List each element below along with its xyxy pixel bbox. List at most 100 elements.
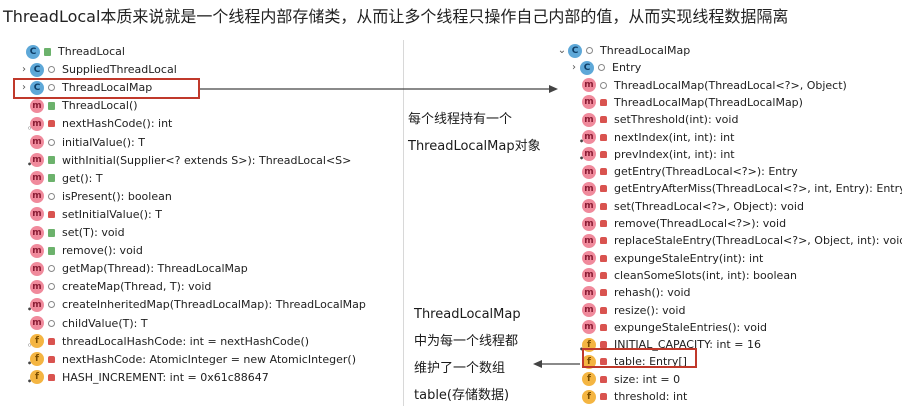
member-label: resize(): void [614,303,686,317]
private-access-icon [599,270,608,280]
left-item-1[interactable]: › C SuppliedThreadLocal [18,61,177,78]
member-label: getEntry(ThreadLocal<?>): Entry [614,165,798,179]
package-access-icon [47,191,56,201]
left-item-17[interactable]: f • nextHashCode: AtomicInteger = new Atom… [18,351,356,368]
member-label: threadLocalHashCode: int = nextHashCode(… [62,334,310,348]
member-label: prevIndex(int, int): int [614,147,735,161]
left-item-9[interactable]: m setInitialValue(): T [18,206,162,223]
left-item-8[interactable]: m isPresent(): boolean [18,188,172,205]
method-icon: m [30,135,44,149]
final-modifier-icon: ◦ [27,341,33,351]
package-access-icon [47,65,56,75]
private-access-icon [599,322,608,332]
right-item-15[interactable]: m resize(): void [570,302,685,319]
member-label: withInitial(Supplier<? extends S>): Thre… [62,153,352,167]
member-label: setThreshold(int): void [614,113,739,127]
right-item-16[interactable]: m expungeStaleEntries(): void [570,319,767,336]
left-item-14[interactable]: m • createInheritedMap(ThreadLocalMap): Th… [18,296,366,314]
left-item-13[interactable]: m createMap(Thread, T): void [18,278,211,295]
right-item-8[interactable]: m getEntryAfterMiss(ThreadLocal<?>, int, … [570,180,902,197]
chevron-down-icon[interactable]: ⌄ [556,45,568,56]
method-icon: m [582,233,596,248]
private-access-icon [599,236,608,246]
left-item-7[interactable]: m get(): T [18,170,103,187]
right-item-13[interactable]: m cleanSomeSlots(int, int): boolean [570,267,797,284]
package-access-icon [47,282,56,292]
left-item-15[interactable]: m childValue(T): T [18,315,148,332]
method-icon: m [582,112,596,127]
member-label: childValue(T): T [62,316,148,330]
private-access-icon [599,115,608,125]
member-label: expungeStaleEntry(int): int [614,251,764,265]
member-label: replaceStaleEntry(ThreadLocal<?>, Object… [614,234,902,248]
right-item-7[interactable]: m getEntry(ThreadLocal<?>): Entry [570,163,798,180]
method-icon: m [582,164,596,179]
method-icon: m [30,171,44,186]
private-access-icon [599,167,608,177]
package-access-icon [47,318,56,328]
field-icon: f ◦ [27,334,44,351]
left-item-3[interactable]: m ThreadLocal() [18,97,138,114]
method-icon: m ◦ [27,116,44,133]
private-access-icon [599,132,608,142]
method-icon: m • [27,297,44,314]
right-item-3[interactable]: m ThreadLocalMap(ThreadLocalMap) [570,94,803,111]
private-access-icon [599,253,608,263]
right-item-2[interactable]: m ThreadLocalMap(ThreadLocal<?>, Object) [570,77,847,94]
member-label: remove(): void [62,244,143,258]
member-label: remove(ThreadLocal<?>): void [614,217,787,230]
left-item-0[interactable]: C ThreadLocal [14,43,125,60]
static-modifier-icon: • [579,154,585,164]
right-item-11[interactable]: m replaceStaleEntry(ThreadLocal<?>, Objec… [570,232,902,249]
arrowhead-left [533,360,542,368]
final-modifier-icon: ◦ [27,123,33,133]
left-item-16[interactable]: f ◦ threadLocalHashCode: int = nextHashCod… [18,333,309,350]
method-icon: m [30,279,44,294]
field-icon: f • [27,370,44,386]
highlight-table-field [582,348,697,368]
right-item-14[interactable]: m rehash(): void [570,284,691,301]
note-bottom-line-3: 维护了一个数组 [414,361,506,376]
right-item-0[interactable]: ⌄ C ThreadLocalMap [556,42,690,59]
method-icon: m [582,78,596,93]
right-item-19[interactable]: f size: int = 0 [570,371,680,388]
private-access-icon [599,219,608,229]
right-item-20[interactable]: f threshold: int [570,388,687,405]
private-access-icon [599,97,608,107]
member-label: isPresent(): boolean [62,189,172,203]
right-item-6[interactable]: m • prevIndex(int, int): int [570,146,735,163]
static-modifier-icon: • [27,359,33,369]
method-icon: m [30,98,44,113]
private-access-icon [47,372,56,382]
private-access-icon [599,374,608,384]
right-item-4[interactable]: m setThreshold(int): void [570,111,738,128]
left-item-12[interactable]: m getMap(Thread): ThreadLocalMap [18,260,248,277]
left-item-18[interactable]: f • HASH_INCREMENT: int = 0x61c88647 [18,369,269,386]
chevron-right-icon[interactable]: › [18,64,30,75]
member-label: rehash(): void [614,286,691,300]
class-icon: C [568,43,582,58]
right-item-5[interactable]: m • nextIndex(int, int): int [570,129,734,146]
private-access-icon [47,209,56,219]
left-item-5[interactable]: m initialValue(): T [18,134,145,151]
member-label: getEntryAfterMiss(ThreadLocal<?>, int, E… [614,182,902,196]
private-access-icon [599,305,608,315]
static-modifier-icon: • [579,137,585,146]
left-item-6[interactable]: m • withInitial(Supplier<? extends S>): Th… [18,152,351,169]
member-label: threshold: int [614,390,688,403]
package-access-icon [597,63,606,73]
left-item-4[interactable]: m ◦ nextHashCode(): int [18,115,172,133]
method-icon: m [30,189,44,204]
right-item-10[interactable]: m remove(ThreadLocal<?>): void [570,215,786,232]
right-item-12[interactable]: m expungeStaleEntry(int): int [570,250,763,267]
left-item-11[interactable]: m remove(): void [18,242,143,259]
chevron-right-icon[interactable]: › [568,62,580,73]
member-label: ThreadLocal() [62,99,138,113]
note-bottom-line-1: ThreadLocalMap [414,307,521,322]
left-item-10[interactable]: m set(T): void [18,224,125,241]
member-label: Entry [612,61,642,75]
right-item-9[interactable]: m set(ThreadLocal<?>, Object): void [570,198,804,215]
package-access-icon [47,264,56,274]
member-label: set(T): void [62,226,125,239]
right-item-1[interactable]: › C Entry [568,59,641,76]
